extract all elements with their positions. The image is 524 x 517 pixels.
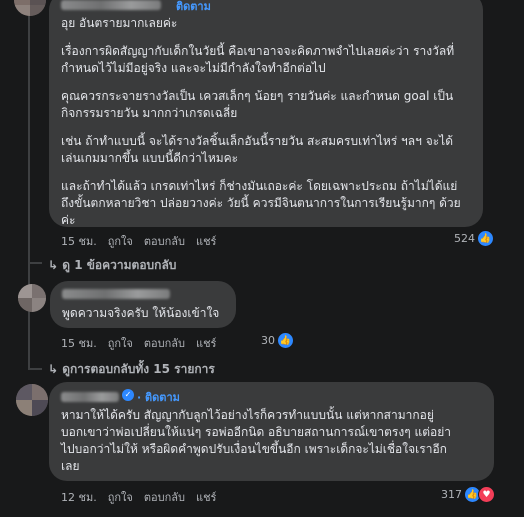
reply-button[interactable]: ตอบกลับ [144,232,185,250]
comment-bubble: พูดความจริงครับ ให้น้องเข้าใจ [50,281,236,328]
share-button[interactable]: แชร์ [196,488,216,506]
comment-bubble: ✓ · ติดตาม หามาให้ได้ครับ สัญญากับลูกไว้… [49,382,494,481]
commenter-name[interactable] [61,0,161,10]
comment-paragraph: คุณควรกระจายรางวัลเป็น เควสเล็กๆ น้อยๆ ร… [61,89,454,120]
comment-paragraph: อุย อันตรายมากเลยค่ะ [61,16,178,30]
reaction-summary[interactable]: 317 👍 ♥ [441,486,495,503]
like-button[interactable]: ถูกใจ [108,334,133,352]
verified-icon: ✓ [122,389,134,401]
view-all-replies-link[interactable]: ↳ ดูการตอบกลับทั้ง 15 รายการ [48,360,215,379]
comment-paragraph: เรื่องการผิดสัญญากับเด็กในวัยนี้ คือเขาอ… [61,44,455,75]
comment-text: หามาให้ได้ครับ สัญญากับลูกไว้อย่างไรก็คว… [61,408,451,473]
comment-bubble: ติดตาม อุย อันตรายมากเลยค่ะ เรื่องการผิด… [49,0,483,227]
reply-button[interactable]: ตอบกลับ [144,334,185,352]
follow-link[interactable]: · ติดตาม [137,388,180,406]
reaction-count: 30 [261,334,275,347]
thread-line [28,264,30,368]
avatar[interactable] [16,384,48,416]
reaction-summary[interactable]: 30 👍 [261,332,294,349]
like-icon: 👍 [277,332,294,349]
avatar[interactable] [14,0,46,16]
chevron-icon: ↳ [48,362,63,376]
heart-icon: ♥ [478,486,495,503]
comment-paragraph: และถ้าทำได้แล้ว เกรดเท่าไหร่ ก็ช่างมันเถ… [61,179,461,227]
follow-link[interactable]: ติดตาม [176,0,211,15]
like-button[interactable]: ถูกใจ [108,232,133,250]
share-button[interactable]: แชร์ [196,334,216,352]
comment-actions: 15 ชม. ถูกใจ ตอบกลับ แชร์ [61,334,216,352]
timestamp[interactable]: 12 ชม. [61,488,97,506]
reaction-count: 317 [441,488,462,501]
thread-line [28,262,42,264]
chevron-icon: ↳ [48,258,63,272]
thread-line [28,368,42,370]
commenter-name[interactable] [62,289,170,299]
timestamp[interactable]: 15 ชม. [61,232,97,250]
comment-paragraph: เช่น ถ้าทำแบบนี้ จะได้รางวัลชิ้นเล็กอันน… [61,134,453,165]
like-icon: 👍 [477,230,494,247]
like-button[interactable]: ถูกใจ [108,488,133,506]
commenter-name[interactable] [61,392,119,402]
share-button[interactable]: แชร์ [196,232,216,250]
comment-text: พูดความจริงครับ ให้น้องเข้าใจ [62,306,220,320]
view-replies-link[interactable]: ↳ ดู 1 ข้อความตอบกลับ [48,256,176,275]
reaction-count: 524 [454,232,475,245]
comment-actions: 12 ชม. ถูกใจ ตอบกลับ แชร์ [61,488,216,506]
thread-line [28,14,30,262]
comment-actions: 15 ชม. ถูกใจ ตอบกลับ แชร์ [61,232,216,250]
avatar[interactable] [18,284,46,312]
reply-button[interactable]: ตอบกลับ [144,488,185,506]
reaction-summary[interactable]: 524 👍 [454,230,494,247]
timestamp[interactable]: 15 ชม. [61,334,97,352]
